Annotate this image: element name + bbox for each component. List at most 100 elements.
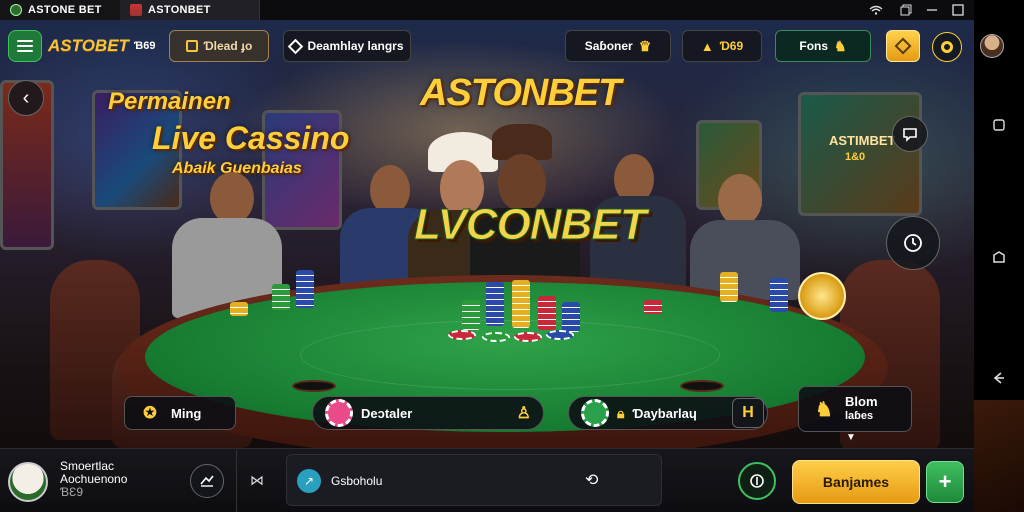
tab-astone-bet[interactable]: ASTONE BET xyxy=(0,0,120,20)
chip-glyph xyxy=(941,41,953,53)
seat-ming[interactable]: ✪ Ming xyxy=(124,396,236,430)
user-avatar-icon[interactable] xyxy=(980,34,1004,58)
sign-line-2: Live Cassino xyxy=(152,120,350,156)
lock-icon: 🔒︎ xyxy=(617,404,625,421)
swap-icon[interactable]: ⋈ xyxy=(250,472,264,489)
maximize-icon[interactable] xyxy=(948,0,968,20)
seat-label: Deɔtaler xyxy=(361,405,413,421)
chat-icon[interactable] xyxy=(892,116,928,152)
sign-line-1: Permainen xyxy=(108,88,231,115)
wallet-glyph xyxy=(894,37,912,55)
play-label: Banjames xyxy=(822,474,890,490)
home-icon[interactable] xyxy=(986,244,1012,270)
player-info: Smoertlac Aochuenono ƁƐ9 xyxy=(60,460,127,499)
minimize-icon[interactable] xyxy=(922,0,942,20)
cup-holder-right xyxy=(680,380,724,392)
fonts-label: Fons xyxy=(799,39,829,53)
chip-stack xyxy=(538,296,556,330)
loose-chip xyxy=(546,330,574,340)
crown-icon: ♛ xyxy=(638,37,652,54)
chat-label: Gsboholu xyxy=(331,474,383,488)
bet-icon[interactable] xyxy=(738,462,776,500)
seat-blom-text: Blom laɓes xyxy=(845,395,878,423)
loose-chip xyxy=(482,332,510,342)
android-nav-bar xyxy=(974,0,1024,512)
live-casino-scene: ASTOBET Ɓ69 Ɗlead ɟo Deamhlay langrs Saɓ… xyxy=(0,20,974,448)
brand-suffix: Ɓ69 xyxy=(134,40,156,52)
app-root: ASTONE BET ASTONBET ASTOBET Ɓ69 Ɗlead ɟo… xyxy=(0,0,1024,512)
loose-chip xyxy=(514,332,542,342)
wifi-icon xyxy=(866,0,886,20)
add-button[interactable]: + xyxy=(926,461,964,503)
settings-label: Saɓoner xyxy=(584,39,633,53)
seat-sublabel: laɓes xyxy=(845,410,874,422)
games-label: Deamhlay langrs xyxy=(307,39,404,53)
menu-icon[interactable] xyxy=(8,30,42,62)
chip-stack xyxy=(272,284,290,310)
loose-chip xyxy=(448,330,476,340)
game-thumbnail-icon xyxy=(130,4,142,16)
balance-button[interactable]: ▲ Ɗ69 xyxy=(682,30,762,62)
menu-dots-icon[interactable] xyxy=(986,112,1012,138)
chip-stack xyxy=(486,282,504,326)
felt-marking xyxy=(300,320,720,390)
play-button[interactable]: Banjames xyxy=(792,460,920,504)
h-icon[interactable]: H xyxy=(732,398,764,428)
tab-label: ASTONBET xyxy=(148,4,211,16)
chip-icon[interactable] xyxy=(932,32,962,62)
screen-right-sub: 1&0 xyxy=(845,151,866,163)
seat-blom[interactable]: ♞ Blom laɓes xyxy=(798,386,912,432)
chat-bar[interactable]: ↗ Gsboholu ⟲ xyxy=(286,454,662,506)
fonts-button[interactable]: Fons ♞ xyxy=(775,30,871,62)
chip-stack xyxy=(512,280,530,328)
chip-stack xyxy=(296,270,314,308)
settings-button[interactable]: Saɓoner ♛ xyxy=(565,30,671,62)
balance-label: Ɗ69 xyxy=(719,39,744,53)
chip-stack xyxy=(720,272,738,302)
diamond-icon xyxy=(288,38,304,54)
wallet-icon[interactable] xyxy=(886,30,920,62)
scene-title: ASTONBET xyxy=(420,72,621,114)
promo-button[interactable]: Ɗlead ɟo xyxy=(169,30,269,62)
chip-stack xyxy=(644,300,662,314)
tab-label: ASTONE BET xyxy=(28,4,102,16)
trophy-icon: ▲ xyxy=(700,38,714,54)
screen-right-text: ASTIMBET xyxy=(829,133,896,148)
hand-icon: ♙ xyxy=(516,405,531,422)
back-icon[interactable] xyxy=(986,365,1012,391)
trend-icon: ↗ xyxy=(297,469,321,493)
player-extra: ƁƐ9 xyxy=(60,485,84,499)
player-avatar-icon[interactable] xyxy=(8,462,48,502)
background-edge xyxy=(974,400,1024,512)
poker-chip-pink-icon xyxy=(325,399,353,427)
add-label: + xyxy=(938,469,952,494)
seat-label: Ɗaybarlaɥ xyxy=(632,405,697,421)
back-arrow-icon[interactable]: ‹ xyxy=(8,80,44,116)
seat-label: Blom xyxy=(845,394,878,409)
casino-logo-icon xyxy=(10,4,22,16)
brand-logo: ASTOBET xyxy=(48,36,129,55)
cup-holder-left xyxy=(292,380,336,392)
seat-dealer[interactable]: Deɔtaler ♙ xyxy=(312,396,544,430)
slot-machine-right: ASTIMBET 1&0 xyxy=(798,92,922,216)
chip-stack xyxy=(562,302,580,332)
restore-icon[interactable] xyxy=(896,0,916,20)
promo-label: Ɗlead ɟo xyxy=(203,39,253,53)
lion-icon: ♞ xyxy=(815,398,833,421)
lion-crest-icon: ♞ xyxy=(834,37,847,54)
refresh-icon[interactable]: ⟲ xyxy=(585,470,598,490)
games-button[interactable]: Deamhlay langrs xyxy=(283,30,411,62)
tab-astonbet[interactable]: ASTONBET xyxy=(120,0,260,20)
chip-stack xyxy=(230,302,248,316)
crest-icon: ✪ xyxy=(143,405,157,422)
chip-stack xyxy=(462,300,480,330)
history-icon[interactable] xyxy=(190,464,224,498)
chip-stack xyxy=(770,278,788,312)
poker-chip-green-icon xyxy=(581,399,609,427)
chevron-down-icon[interactable]: ▼ xyxy=(846,432,856,443)
gift-icon xyxy=(185,40,198,52)
clock-icon[interactable] xyxy=(886,216,940,270)
table-logo: LVCONBET xyxy=(414,200,648,250)
gold-coin-icon xyxy=(798,272,846,320)
seat-label: Ming xyxy=(171,405,202,421)
